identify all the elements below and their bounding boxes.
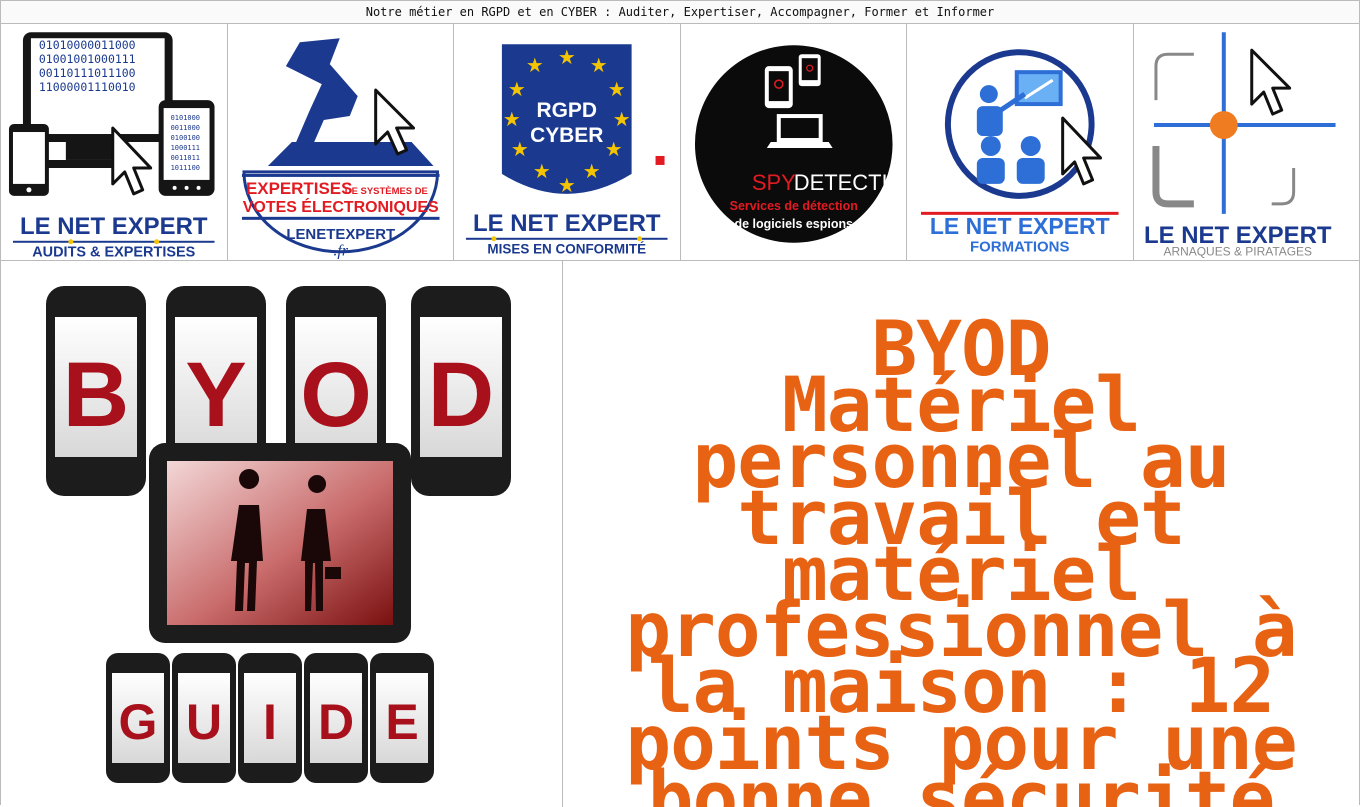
letter: E	[385, 694, 418, 750]
letter: D	[428, 344, 494, 446]
binary-small: 1000111	[171, 144, 200, 152]
tile-formations[interactable]: LE NET EXPERT FORMATIONS	[907, 24, 1134, 260]
binary-line: 00110111011100	[39, 66, 136, 80]
tile-title-a: SPY	[751, 170, 795, 195]
tile-line2: de logiciels espions	[734, 217, 853, 231]
svg-text:★: ★	[608, 77, 626, 101]
byod-illustration: B Y O D G U I D E	[1, 261, 563, 807]
phone-small: D	[304, 653, 368, 783]
tile-subtitle: MISES EN CONFORMITÉ	[487, 242, 646, 257]
tile-title: EXPERTISES	[245, 179, 351, 198]
ballot-cursor-icon: EXPERTISES DE SYSTÈMES DE VOTES ÉLECTRON…	[241, 38, 440, 260]
phone: B	[46, 286, 146, 496]
eu-stars-icon: ★ ★ ★ ★ ★ ★ ★ ★ ★ ★ ★ ★ RGPD CYBER LE NE…	[465, 44, 668, 257]
binary-small: 0011000	[171, 124, 200, 132]
tile-subtitle: FORMATIONS	[970, 239, 1069, 256]
binary-line: 01010000011000	[39, 38, 136, 52]
byod-guide-image: B Y O D G U I D E	[46, 286, 511, 783]
article-area: B Y O D G U I D E BYOD Matériel personne…	[1, 261, 1359, 807]
svg-text:★: ★	[503, 107, 521, 131]
tile-subtitle: ARNAQUES & PIRATAGES	[1163, 245, 1312, 259]
binary-small: 1011100	[171, 164, 200, 172]
cursor-icon	[1249, 48, 1291, 116]
phone-small: E	[370, 653, 434, 783]
spy-devices-icon: SPY DETECTION Services de détection de l…	[694, 45, 906, 243]
tablet	[149, 443, 411, 643]
svg-text:★: ★	[583, 159, 601, 183]
phone-small: I	[238, 653, 302, 783]
tile-expertises-votes[interactable]: EXPERTISES DE SYSTÈMES DE VOTES ÉLECTRON…	[227, 24, 454, 260]
devices-cursor-icon: 01010000011000 01001001000111 0011011101…	[8, 32, 215, 260]
svg-text:★: ★	[511, 137, 529, 161]
svg-text:★: ★	[508, 77, 526, 101]
binary-small: 0100100	[171, 134, 200, 142]
top-banner: Notre métier en RGPD et en CYBER : Audit…	[1, 0, 1359, 24]
svg-text:★: ★	[533, 159, 551, 183]
tile-arnaques-piratages[interactable]: LE NET EXPERT ARNAQUES & PIRATAGES	[1133, 24, 1359, 260]
binary-line: 11000001110010	[39, 80, 136, 94]
binary-small: 0011011	[171, 154, 200, 162]
letter: B	[63, 344, 129, 446]
letter: Y	[185, 344, 246, 446]
services-nav: 01010000011000 01001001000111 0011011101…	[1, 24, 1359, 261]
badge-line1: RGPD	[537, 99, 598, 122]
phone: D	[411, 286, 511, 496]
tile-audits-expertises[interactable]: 01010000011000 01001001000111 0011011101…	[1, 24, 228, 260]
tile-title-b: DETECTION	[793, 170, 906, 195]
page: Notre métier en RGPD et en CYBER : Audit…	[0, 0, 1360, 807]
letter: U	[186, 694, 222, 750]
svg-text:★: ★	[605, 137, 623, 161]
article-header: BYOD Matériel personnel au travail et ma…	[563, 261, 1359, 807]
tile-rgpd-cyber[interactable]: ★ ★ ★ ★ ★ ★ ★ ★ ★ ★ ★ ★ RGPD CYBER LE NE…	[454, 24, 681, 260]
badge-line2: CYBER	[530, 124, 603, 147]
binary-small: 0101000	[171, 114, 200, 122]
tile-title: LE NET EXPERT	[473, 210, 661, 237]
svg-text:★: ★	[613, 107, 631, 131]
phone-small: U	[172, 653, 236, 783]
tile-brand-suffix: .fr	[333, 243, 348, 260]
tile-spy-detection[interactable]: SPY DETECTION Services de détection de l…	[680, 24, 907, 260]
article-title: BYOD Matériel personnel au travail et ma…	[563, 310, 1359, 807]
tile-brand: LENETEXPERT	[286, 226, 395, 243]
tile-subtitle: VOTES ÉLECTRONIQUES	[242, 197, 438, 216]
phone-small: G	[106, 653, 170, 783]
letter: G	[119, 694, 158, 750]
training-cursor-icon: LE NET EXPERT FORMATIONS	[920, 49, 1119, 256]
letter: D	[318, 694, 354, 750]
svg-text:★: ★	[558, 173, 576, 197]
svg-text:★: ★	[526, 53, 544, 77]
svg-text:★: ★	[590, 53, 608, 77]
letter: I	[263, 694, 277, 750]
binary-line: 01001001000111	[39, 52, 136, 66]
title-line: bonne sécurité	[647, 753, 1276, 807]
svg-text:★: ★	[558, 45, 576, 69]
tile-line1: Services de détection	[729, 199, 857, 213]
letter: O	[300, 344, 372, 446]
tile-title: LE NET EXPERT	[20, 213, 208, 240]
tile-subtitle: AUDITS & EXPERTISES	[32, 245, 195, 260]
tile-title: LE NET EXPERT	[930, 213, 1110, 239]
crosshair-cursor-icon: LE NET EXPERT ARNAQUES & PIRATAGES	[1143, 32, 1336, 259]
tile-title-rest: DE SYSTÈMES DE	[344, 186, 427, 197]
